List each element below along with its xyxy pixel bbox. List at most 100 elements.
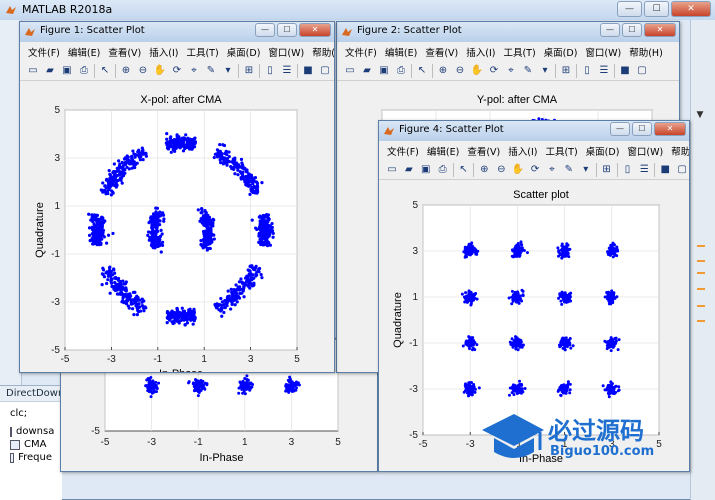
open-folder-icon[interactable]: ▰ xyxy=(402,163,416,177)
menu-item[interactable]: 桌面(D) xyxy=(582,141,624,160)
menu-item[interactable]: 插入(I) xyxy=(145,42,182,61)
zoom-in-icon[interactable]: ⊕ xyxy=(477,163,491,177)
menu-item[interactable]: 桌面(D) xyxy=(223,42,265,61)
dropdown-icon[interactable]: ▾ xyxy=(579,163,593,177)
scroll-down-icon[interactable]: ▼ xyxy=(693,108,707,122)
menu-item[interactable]: 文件(F) xyxy=(383,141,423,160)
close-button[interactable]: ✕ xyxy=(671,1,711,17)
link-icon[interactable]: ⊞ xyxy=(559,64,573,78)
open-folder-icon[interactable]: ▰ xyxy=(360,64,374,78)
new-file-icon[interactable]: ▭ xyxy=(385,163,399,177)
menu-item[interactable]: 查看(V) xyxy=(421,42,462,61)
colorbar-icon[interactable]: ▯ xyxy=(621,163,635,177)
menu-item[interactable]: 帮助(H) xyxy=(625,42,667,61)
colorbar-icon[interactable]: ▯ xyxy=(263,64,277,78)
x-tick-label: -3 xyxy=(466,439,475,450)
save-icon[interactable]: ▣ xyxy=(60,64,74,78)
minimize-button[interactable]: — xyxy=(610,122,630,136)
brush-icon[interactable]: ✎ xyxy=(521,64,535,78)
dock-icon[interactable]: ▢ xyxy=(675,163,689,177)
pointer-icon[interactable]: ↖ xyxy=(98,64,112,78)
minimize-button[interactable]: — xyxy=(617,1,642,17)
data-cursor-icon[interactable]: ⌖ xyxy=(187,64,201,78)
new-file-icon[interactable]: ▭ xyxy=(26,64,40,78)
close-button[interactable]: ✕ xyxy=(299,23,331,37)
menu-item[interactable]: 插入(I) xyxy=(504,141,541,160)
rotate-icon[interactable]: ⟳ xyxy=(170,64,184,78)
menu-item[interactable]: 窗口(W) xyxy=(581,42,625,61)
menu-item[interactable]: 工具(T) xyxy=(499,42,539,61)
link-icon[interactable]: ⊞ xyxy=(242,64,256,78)
list-item[interactable]: downsa xyxy=(0,425,62,438)
maximize-button[interactable]: ☐ xyxy=(632,122,652,136)
zoom-out-icon[interactable]: ⊖ xyxy=(453,64,467,78)
clc-command: clc; xyxy=(10,408,28,419)
zoom-in-icon[interactable]: ⊕ xyxy=(436,64,450,78)
rotate-icon[interactable]: ⟳ xyxy=(487,64,501,78)
link-icon[interactable]: ⊞ xyxy=(600,163,614,177)
hide-tools-icon[interactable]: ■ xyxy=(658,163,672,177)
dock-icon[interactable]: ▢ xyxy=(318,64,332,78)
menu-item[interactable]: 查看(V) xyxy=(104,42,145,61)
pointer-icon[interactable]: ↖ xyxy=(457,163,471,177)
menu-item[interactable]: 编辑(E) xyxy=(423,141,463,160)
close-button[interactable]: ✕ xyxy=(654,122,686,136)
print-icon[interactable]: ⎙ xyxy=(394,64,408,78)
dropdown-icon[interactable]: ▾ xyxy=(221,64,235,78)
legend-icon[interactable]: ☰ xyxy=(597,64,611,78)
menu-item[interactable]: 文件(F) xyxy=(341,42,381,61)
close-button[interactable]: ✕ xyxy=(644,23,676,37)
rotate-icon[interactable]: ⟳ xyxy=(528,163,542,177)
scatter-axes-fig1: -5 -3 -1 1 3 5 -5 -3 -1 1 3 5 X-pol: after CMA In-Pha… xyxy=(34,94,300,372)
save-icon[interactable]: ▣ xyxy=(377,64,391,78)
minimize-button[interactable]: — xyxy=(255,23,275,37)
minimize-button[interactable]: — xyxy=(600,23,620,37)
new-file-icon[interactable]: ▭ xyxy=(343,64,357,78)
menu-item[interactable]: 查看(V) xyxy=(463,141,504,160)
open-folder-icon[interactable]: ▰ xyxy=(43,64,57,78)
menu-item[interactable]: 插入(I) xyxy=(462,42,499,61)
menu-item[interactable]: 窗口(W) xyxy=(623,141,667,160)
print-icon[interactable]: ⎙ xyxy=(77,64,91,78)
pan-icon[interactable]: ✋ xyxy=(153,64,167,78)
zoom-out-icon[interactable]: ⊖ xyxy=(494,163,508,177)
hide-tools-icon[interactable]: ■ xyxy=(301,64,315,78)
menu-item[interactable]: 桌面(D) xyxy=(540,42,582,61)
figure-2-title-bar: Figure 2: Scatter Plot — ☐ ✕ xyxy=(337,22,679,42)
pan-icon[interactable]: ✋ xyxy=(511,163,525,177)
brush-icon[interactable]: ✎ xyxy=(562,163,576,177)
main-title-bar: MATLAB R2018a — ☐ ✕ xyxy=(0,0,715,20)
menu-item[interactable]: 工具(T) xyxy=(541,141,581,160)
data-cursor-icon[interactable]: ⌖ xyxy=(545,163,559,177)
zoom-in-icon[interactable]: ⊕ xyxy=(119,64,133,78)
list-item[interactable]: CMA xyxy=(0,438,62,451)
menu-item[interactable]: 窗口(W) xyxy=(264,42,308,61)
legend-icon[interactable]: ☰ xyxy=(280,64,294,78)
legend-icon[interactable]: ☰ xyxy=(637,163,651,177)
menu-item[interactable]: 帮助(H) xyxy=(308,42,334,61)
menu-item[interactable]: 文件(F) xyxy=(24,42,64,61)
pointer-icon[interactable]: ↖ xyxy=(415,64,429,78)
list-item[interactable]: Freque xyxy=(0,451,62,464)
zoom-out-icon[interactable]: ⊖ xyxy=(136,64,150,78)
maximize-button[interactable]: ☐ xyxy=(622,23,642,37)
save-icon[interactable]: ▣ xyxy=(419,163,433,177)
maximize-button[interactable]: ☐ xyxy=(277,23,297,37)
menu-item[interactable]: 工具(T) xyxy=(182,42,222,61)
figure-4-title-bar: Figure 4: Scatter Plot — ☐ ✕ xyxy=(379,121,689,141)
menu-item[interactable]: 帮助(H) xyxy=(667,141,689,160)
figure-2-menubar: 文件(F) 编辑(E) 查看(V) 插入(I) 工具(T) 桌面(D) 窗口(W) 帮助(H) xyxy=(337,42,679,61)
menu-item[interactable]: 编辑(E) xyxy=(64,42,104,61)
hide-tools-icon[interactable]: ■ xyxy=(618,64,632,78)
print-icon[interactable]: ⎙ xyxy=(436,163,450,177)
figure-1-window[interactable]: Figure 1: Scatter Plot — ☐ ✕ 文件(F) 编辑(E) 查… xyxy=(19,21,335,373)
brush-icon[interactable]: ✎ xyxy=(204,64,218,78)
pan-icon[interactable]: ✋ xyxy=(470,64,484,78)
data-cursor-icon[interactable]: ⌖ xyxy=(504,64,518,78)
maximize-button[interactable]: ☐ xyxy=(644,1,669,17)
menu-item[interactable]: 编辑(E) xyxy=(381,42,421,61)
dropdown-icon[interactable]: ▾ xyxy=(538,64,552,78)
colorbar-icon[interactable]: ▯ xyxy=(580,64,594,78)
y-axis-label: Quadrature xyxy=(34,202,46,258)
dock-icon[interactable]: ▢ xyxy=(635,64,649,78)
